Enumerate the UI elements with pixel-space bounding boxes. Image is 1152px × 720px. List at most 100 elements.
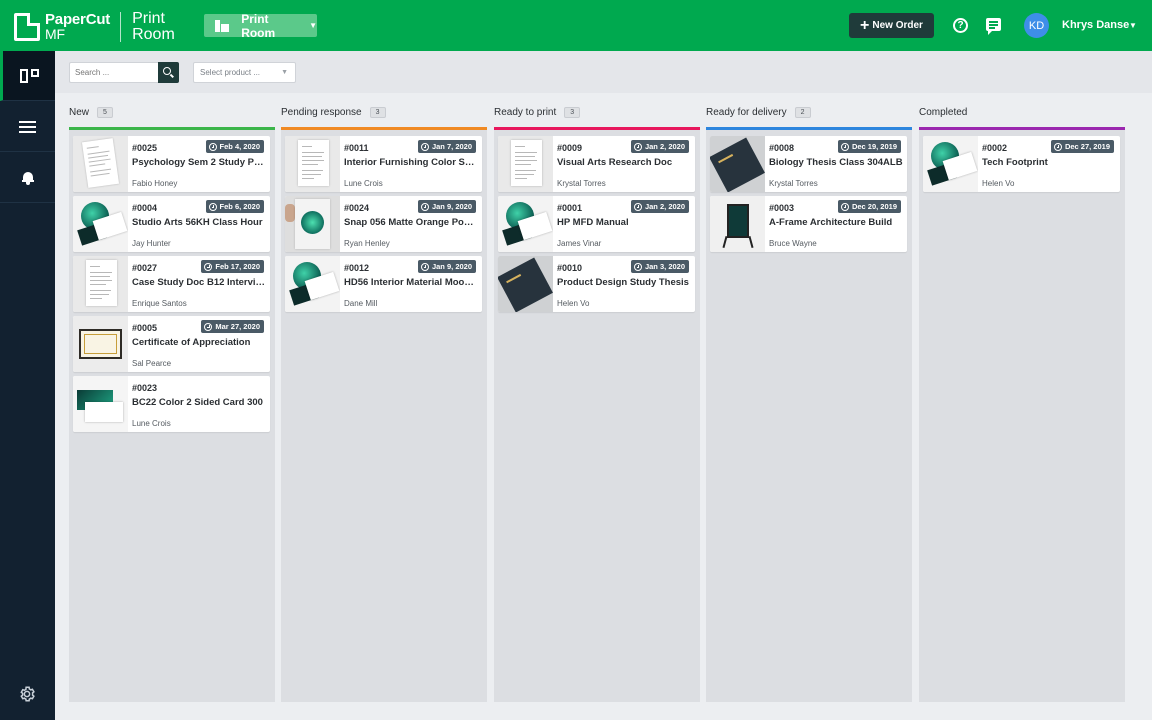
order-thumbnail bbox=[73, 196, 128, 252]
order-number: #0002 bbox=[982, 143, 1008, 153]
clock-icon bbox=[840, 142, 849, 151]
column-title: Ready for delivery bbox=[706, 106, 787, 118]
order-thumbnail bbox=[73, 376, 128, 432]
column-header-pending-response: Pending response 3 bbox=[281, 105, 386, 119]
papercut-logo-icon bbox=[14, 13, 40, 41]
user-menu-chevron-icon[interactable]: ▼ bbox=[1129, 21, 1137, 30]
column-header-ready-to-print: Ready to print 3 bbox=[494, 105, 581, 119]
order-owner: Jay Hunter bbox=[132, 239, 171, 248]
column-header-new: New 5 bbox=[69, 105, 113, 119]
sidebar-item-notifications[interactable] bbox=[0, 153, 55, 203]
order-card[interactable]: #0004 Feb 6, 2020 Studio Arts 56KH Class H… bbox=[73, 196, 270, 252]
chat-icon[interactable] bbox=[986, 18, 1001, 35]
due-date-badge: Jan 9, 2020 bbox=[417, 260, 476, 273]
new-order-button[interactable]: + New Order bbox=[849, 13, 934, 38]
user-name[interactable]: Khrys Danse bbox=[1062, 19, 1129, 31]
plus-icon: + bbox=[860, 16, 870, 34]
logo-divider bbox=[120, 12, 122, 42]
order-card[interactable]: #0023 BC22 Color 2 Sided Card 300 Lune Cro… bbox=[73, 376, 270, 432]
order-card[interactable]: #0024 Jan 9, 2020 Snap 056 Matte Orange Po… bbox=[285, 196, 482, 252]
due-date-badge: Feb 17, 2020 bbox=[201, 260, 264, 273]
order-card[interactable]: #0025 Feb 4, 2020 Psychology Sem 2 Study P… bbox=[73, 136, 270, 192]
print-room-label: Print Room bbox=[241, 11, 276, 40]
sidebar-item-board[interactable] bbox=[0, 51, 55, 101]
order-owner: Bruce Wayne bbox=[769, 239, 817, 248]
order-card[interactable]: #0005 Mar 27, 2020 Certificate of Apprecia… bbox=[73, 316, 270, 372]
order-owner: Lune Crois bbox=[132, 419, 171, 428]
due-date-badge: Feb 6, 2020 bbox=[205, 200, 264, 213]
order-card[interactable]: #0009 Jan 2, 2020 Visual Arts Research Doc… bbox=[498, 136, 695, 192]
clock-icon bbox=[1053, 142, 1062, 151]
order-title: HP MFD Manual bbox=[557, 217, 629, 228]
sidebar bbox=[0, 51, 55, 720]
order-title: Biology Thesis Class 304ALB bbox=[769, 157, 903, 168]
order-owner: Helen Vo bbox=[982, 179, 1015, 188]
order-number: #0011 bbox=[344, 143, 369, 153]
order-thumbnail bbox=[710, 136, 765, 192]
column-title: New bbox=[69, 106, 90, 118]
order-card[interactable]: #0002 Dec 27, 2019 Tech Footprint Helen Vo bbox=[923, 136, 1120, 192]
new-order-label: New Order bbox=[872, 20, 923, 31]
bell-icon bbox=[21, 171, 34, 185]
clock-icon bbox=[208, 202, 217, 211]
order-owner: James Vinar bbox=[557, 239, 602, 248]
product-select-placeholder: Select product ... bbox=[200, 68, 261, 77]
search-button[interactable] bbox=[158, 62, 179, 83]
clock-icon bbox=[633, 202, 642, 211]
due-date-badge: Jan 2, 2020 bbox=[630, 200, 689, 213]
order-number: #0009 bbox=[557, 143, 583, 153]
order-thumbnail bbox=[710, 196, 765, 252]
papercut-logo[interactable]: PaperCut MF Print Room bbox=[14, 11, 175, 43]
order-card[interactable]: #0012 Jan 9, 2020 HD56 Interior Material M… bbox=[285, 256, 482, 312]
order-title: Visual Arts Research Doc bbox=[557, 157, 673, 168]
order-owner: Dane Mill bbox=[344, 299, 378, 308]
order-owner: Lune Crois bbox=[344, 179, 383, 188]
order-thumbnail bbox=[73, 256, 128, 312]
brand-line-1: PaperCut bbox=[45, 11, 111, 28]
order-thumbnail bbox=[498, 136, 553, 192]
due-date-badge: Jan 7, 2020 bbox=[417, 140, 476, 153]
order-title: BC22 Color 2 Sided Card 300 bbox=[132, 397, 263, 408]
order-owner: Krystal Torres bbox=[769, 179, 818, 188]
column-title: Completed bbox=[919, 106, 968, 118]
order-number: #0004 bbox=[132, 203, 158, 213]
building-icon bbox=[215, 19, 229, 32]
order-thumbnail bbox=[285, 196, 340, 252]
order-card[interactable]: #0003 Dec 20, 2019 A-Frame Architecture Bu… bbox=[710, 196, 907, 252]
order-number: #0003 bbox=[769, 203, 795, 213]
brand-line-2: MF bbox=[45, 26, 65, 42]
print-room-selector[interactable]: Print Room ▼ bbox=[204, 11, 317, 40]
clock-icon bbox=[420, 202, 429, 211]
chevron-down-icon: ▼ bbox=[281, 69, 288, 76]
clock-icon bbox=[204, 322, 213, 331]
order-owner: Ryan Henley bbox=[344, 239, 390, 248]
column-count-badge: 2 bbox=[794, 106, 811, 118]
board-icon bbox=[19, 68, 39, 83]
order-owner: Helen Vo bbox=[557, 299, 590, 308]
column-title: Ready to print bbox=[494, 106, 557, 118]
order-title: Tech Footprint bbox=[982, 157, 1048, 168]
due-date-badge: Dec 27, 2019 bbox=[1050, 140, 1114, 153]
order-card[interactable]: #0001 Jan 2, 2020 HP MFD Manual James Vinar bbox=[498, 196, 695, 252]
order-number: #0024 bbox=[344, 203, 370, 213]
order-card[interactable]: #0027 Feb 17, 2020 Case Study Doc B12 Inte… bbox=[73, 256, 270, 312]
help-icon[interactable]: ? bbox=[953, 18, 968, 33]
due-date-badge: Mar 27, 2020 bbox=[201, 320, 264, 333]
search-input[interactable] bbox=[69, 62, 159, 83]
gear-icon[interactable] bbox=[18, 685, 36, 703]
chevron-down-icon: ▼ bbox=[309, 21, 317, 30]
product-select[interactable]: Select product ... ▼ bbox=[193, 62, 296, 83]
order-card[interactable]: #0010 Jan 3, 2020 Product Design Study The… bbox=[498, 256, 695, 312]
order-thumbnail bbox=[498, 256, 553, 312]
user-avatar[interactable]: KD bbox=[1024, 13, 1049, 38]
order-number: #0025 bbox=[132, 143, 158, 153]
order-card[interactable]: #0008 Dec 19, 2019 Biology Thesis Class 30… bbox=[710, 136, 907, 192]
column-header-ready-for-delivery: Ready for delivery 2 bbox=[706, 105, 811, 119]
due-date-badge: Feb 4, 2020 bbox=[205, 140, 264, 153]
product-line-1: Print bbox=[132, 10, 165, 27]
sidebar-item-list[interactable] bbox=[0, 102, 55, 152]
clock-icon bbox=[633, 142, 642, 151]
order-card[interactable]: #0011 Jan 7, 2020 Interior Furnishing Colo… bbox=[285, 136, 482, 192]
column-header-completed: Completed bbox=[919, 105, 967, 119]
clock-icon bbox=[420, 262, 429, 271]
